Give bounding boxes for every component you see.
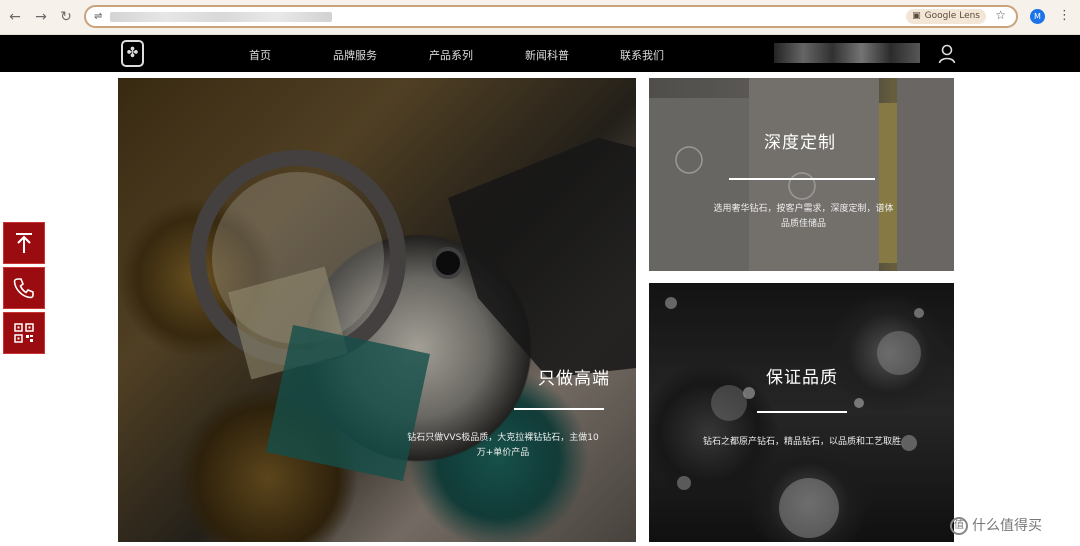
user-icon[interactable] <box>938 44 956 64</box>
tile-divider <box>757 411 847 413</box>
forward-icon[interactable]: → <box>32 8 50 26</box>
watermark-logo-icon: 值 <box>950 517 968 535</box>
brand-logo[interactable]: ✤ <box>121 40 144 67</box>
qr-code-icon <box>14 323 34 343</box>
nav-item-contact[interactable]: 联系我们 <box>620 47 664 63</box>
back-icon[interactable]: ← <box>6 8 24 26</box>
tile-description: 钻石之都原产钻石，精品钻石，以品质和工艺取胜 <box>671 435 933 450</box>
google-lens-chip[interactable]: ▣ Google Lens <box>906 9 986 24</box>
tile-divider <box>514 408 604 410</box>
site-info-icon[interactable]: ⇌ <box>94 11 102 22</box>
tile-description: 钻石只做VVS极品质，大克拉裸钻钻石，主做10 万+单价产品 <box>398 431 608 461</box>
tile-desc-line-1: 钻石只做VVS极品质，大克拉裸钻钻石，主做10 <box>407 433 599 443</box>
tile-overlay <box>649 78 954 271</box>
tile-overlay <box>118 78 636 542</box>
tile-desc-line-2: 品质佳储品 <box>780 219 826 229</box>
tile-title: 保证品质 <box>766 368 838 388</box>
feature-tile-custom[interactable]: 深度定制 选用奢华钻石，按客户需求，深度定制，谱体 品质佳储品 <box>649 78 954 271</box>
feature-tile-quality[interactable]: 保证品质 钻石之都原产钻石，精品钻石，以品质和工艺取胜 <box>649 283 954 542</box>
tile-title: 只做高端 <box>538 369 610 389</box>
qr-code-button[interactable] <box>3 312 45 354</box>
watermark-text: 什么值得买 <box>972 518 1042 534</box>
tile-desc-line-1: 钻石之都原产钻石，精品钻石，以品质和工艺取胜 <box>702 437 901 447</box>
arrow-to-top-icon <box>16 233 32 253</box>
nav-item-news[interactable]: 新闻科普 <box>525 47 569 63</box>
url-text-blurred <box>110 12 332 22</box>
address-bar[interactable]: ⇌ ▣ Google Lens ☆ <box>84 5 1018 28</box>
feature-tile-high-end[interactable]: 只做高端 钻石只做VVS极品质，大克拉裸钻钻石，主做10 万+单价产品 <box>118 78 636 542</box>
browser-menu-icon[interactable]: ⋮ <box>1058 8 1071 23</box>
phone-button[interactable] <box>3 267 45 309</box>
browser-toolbar: ← → ↻ ⇌ ▣ Google Lens ☆ M ⋮ <box>0 0 1080 35</box>
tile-desc-line-2: 万+单价产品 <box>476 448 530 458</box>
bookmark-star-icon[interactable]: ☆ <box>995 8 1006 22</box>
nav-item-brand-service[interactable]: 品牌服务 <box>333 47 377 63</box>
tile-title: 深度定制 <box>764 133 836 153</box>
back-to-top-button[interactable] <box>3 222 45 264</box>
lens-label: Google Lens <box>924 11 980 21</box>
tile-divider <box>729 178 875 180</box>
phone-icon <box>13 278 34 299</box>
tile-desc-line-1: 选用奢华钻石，按客户需求，深度定制，谱体 <box>713 204 894 214</box>
tile-description: 选用奢华钻石，按客户需求，深度定制，谱体 品质佳储品 <box>701 202 906 232</box>
watermark: 值什么值得买 <box>950 515 1042 535</box>
blurred-phone-number <box>774 43 920 63</box>
reload-icon[interactable]: ↻ <box>57 8 75 26</box>
site-header: ✤ 首页 品牌服务 产品系列 新闻科普 联系我们 <box>0 35 1080 72</box>
profile-avatar[interactable]: M <box>1030 9 1045 24</box>
nav-item-home[interactable]: 首页 <box>249 47 271 63</box>
lens-icon: ▣ <box>912 11 921 21</box>
nav-item-products[interactable]: 产品系列 <box>429 47 473 63</box>
